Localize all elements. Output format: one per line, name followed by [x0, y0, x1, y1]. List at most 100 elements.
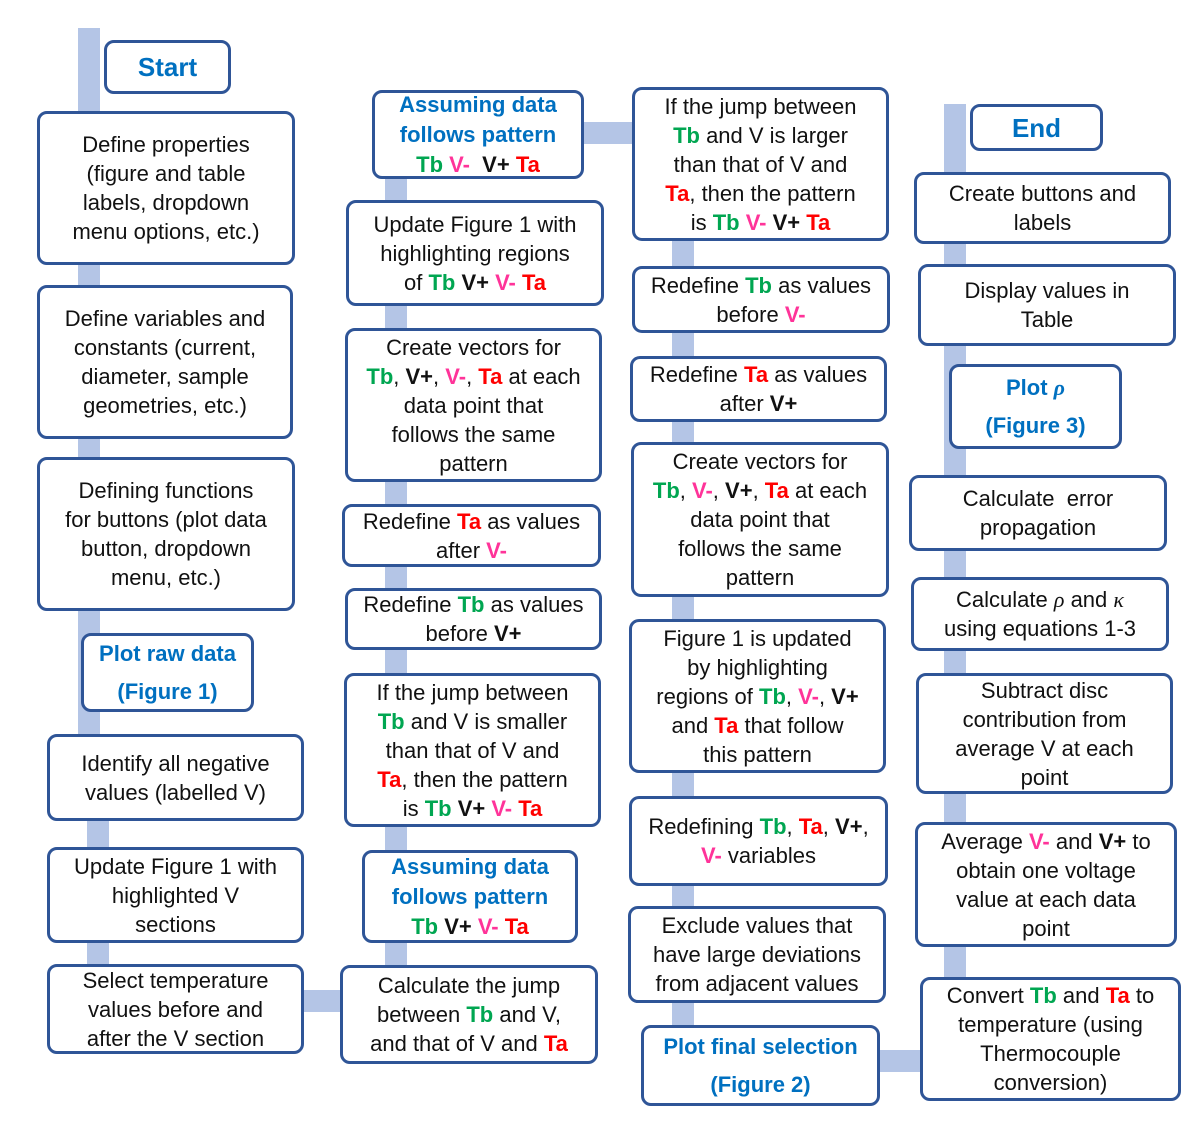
text-segment: after — [719, 391, 770, 416]
text-line: before V+ — [425, 619, 521, 648]
text-line: Display values in — [964, 276, 1129, 305]
text-segment: If the jump between — [376, 679, 569, 705]
highlighted-term: Tb — [428, 269, 456, 295]
text-segment: point — [1020, 764, 1069, 790]
text-line: Assuming data — [399, 90, 557, 120]
text-line: menu, etc.) — [111, 563, 221, 592]
highlighted-term: V- — [739, 209, 767, 235]
text-line: Create buttons and — [949, 179, 1136, 208]
plot-final-selection-box: Plot final selection (Figure 2) — [641, 1025, 880, 1106]
text-line: Select temperature — [83, 966, 269, 995]
text-line: labels, dropdown — [83, 188, 249, 217]
text-segment: this pattern — [703, 741, 812, 767]
highlighted-term: V+ — [725, 478, 753, 503]
highlighted-term: Tb — [652, 478, 680, 503]
text-segment: data point that — [690, 507, 830, 532]
text-line: Redefine Ta as values — [363, 507, 580, 536]
text-line: Defining functions — [79, 476, 254, 505]
text-line: Start — [138, 52, 197, 82]
text-segment: End — [1011, 112, 1062, 143]
text-line: Thermocouple — [980, 1039, 1121, 1068]
text-segment: Redefine — [649, 362, 745, 387]
text-segment: Plot — [1005, 374, 1054, 400]
text-line: after V+ — [720, 389, 798, 418]
highlighted-term: ρ — [1053, 374, 1065, 400]
text-segment: Redefining — [648, 814, 760, 839]
text-line: Create vectors for — [673, 447, 848, 476]
text-segment: average V at each — [955, 735, 1134, 761]
connector — [876, 1050, 924, 1072]
highlighted-term: Tb — [411, 913, 439, 939]
text-line: data point that — [690, 505, 829, 534]
text-segment: diameter, sample — [81, 364, 249, 389]
highlighted-term: Tb — [457, 592, 485, 617]
text-line: pattern — [726, 563, 795, 592]
average-voltage-box: Average V- and V+ to obtain one voltage va… — [915, 822, 1177, 947]
text-segment: , — [433, 363, 446, 389]
text-segment: (Figure 3) — [985, 412, 1086, 438]
highlighted-term: V- — [784, 301, 806, 327]
text-line: before V- — [716, 300, 805, 329]
define-properties-box: Define properties (figure and table labels… — [37, 111, 295, 265]
text-line: is Tb V+ V- Ta — [403, 794, 543, 823]
highlighted-term: κ — [1113, 587, 1124, 612]
highlighted-term: V- — [445, 363, 467, 389]
text-segment: to — [1126, 828, 1151, 854]
text-segment: data point that — [403, 392, 544, 418]
text-segment: constants (current, — [73, 335, 257, 360]
text-segment: and — [1049, 828, 1099, 854]
text-segment: , — [786, 814, 799, 839]
text-line: is Tb V- V+ Ta — [691, 208, 831, 237]
text-segment: between — [377, 1002, 467, 1027]
text-line: for buttons (plot data — [65, 505, 267, 534]
text-line: Tb and V is larger — [673, 121, 848, 150]
text-line: Tb, V+, V-, Ta at each — [366, 362, 580, 391]
text-segment: point — [1022, 915, 1070, 941]
text-segment: (Figure 1) — [117, 678, 218, 704]
text-line: Ta, then the pattern — [377, 765, 567, 794]
text-segment: Identify all negative — [81, 750, 270, 776]
text-segment: highlighting regions — [380, 240, 570, 266]
text-segment: Display values in — [964, 278, 1130, 303]
highlighted-term: V- — [692, 478, 713, 503]
text-segment: , then the pattern — [401, 766, 568, 792]
text-segment: and — [671, 712, 715, 738]
text-line: values (labelled V) — [85, 778, 266, 807]
text-segment: as values — [484, 592, 584, 617]
highlighted-term: Tb — [759, 683, 786, 709]
highlighted-term: V+ — [455, 269, 489, 295]
text-line: follows the same — [678, 534, 842, 563]
connector — [580, 122, 636, 144]
text-line: Update Figure 1 with — [374, 210, 577, 239]
text-line: regions of Tb, V-, V+ — [656, 682, 858, 711]
highlighted-term: V+ — [469, 151, 516, 177]
text-segment: is — [690, 209, 713, 235]
text-segment: Calculate error — [962, 486, 1114, 511]
highlighted-term: V+ — [493, 621, 522, 646]
define-functions-box: Defining functions for buttons (plot data… — [37, 457, 295, 611]
highlighted-term: Ta — [543, 1031, 568, 1056]
text-line: diameter, sample — [81, 362, 249, 391]
text-segment: at each — [788, 478, 868, 503]
highlighted-term: V+ — [769, 391, 798, 416]
update-figure-v-box: Update Figure 1 with highlighted V section… — [47, 847, 304, 943]
highlighted-term: Tb — [466, 1002, 494, 1027]
text-line: Assuming data — [391, 852, 549, 882]
text-line: labels — [1014, 208, 1071, 237]
highlighted-term: Ta — [512, 795, 543, 821]
text-segment: , — [822, 814, 836, 839]
assume-pattern-1-box: Assuming data follows pattern Tb V- V+ Ta — [372, 90, 584, 179]
text-segment: pattern — [439, 450, 508, 476]
text-line: Identify all negative — [81, 749, 269, 778]
jump-larger-box: If the jump between Tb and V is larger tha… — [632, 87, 889, 241]
text-line: Table — [1021, 305, 1074, 334]
highlighted-term: V- — [449, 151, 470, 177]
text-line: than that of V and — [674, 150, 848, 179]
calculate-rho-kappa-box: Calculate ρ and κ using equations 1-3 — [911, 577, 1169, 651]
text-segment: , — [679, 478, 692, 503]
text-segment: as values — [768, 362, 868, 387]
text-line: (Figure 1) — [117, 677, 217, 707]
text-line: and that of V and Ta — [370, 1029, 568, 1058]
text-line: If the jump between — [376, 678, 568, 707]
text-line: value at each data — [956, 885, 1136, 914]
